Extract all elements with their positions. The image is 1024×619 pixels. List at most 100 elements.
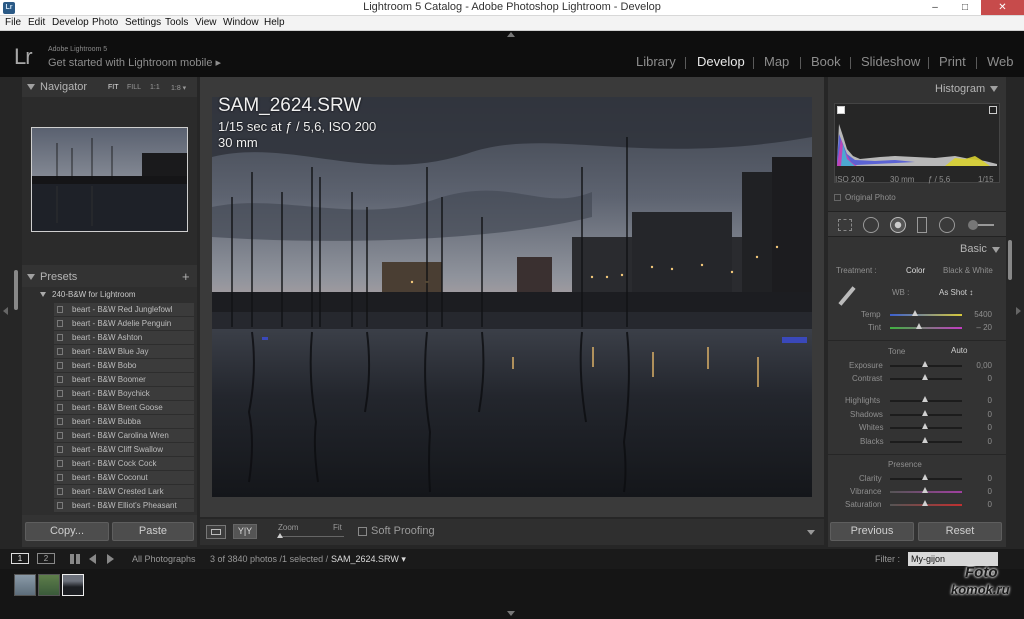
- whites-slider-thumb[interactable]: [922, 423, 928, 429]
- filmstrip-thumbnail[interactable]: [38, 574, 60, 596]
- grid-view-icon[interactable]: [70, 554, 80, 564]
- highlights-slider-thumb[interactable]: [922, 396, 928, 402]
- adjustment-brush-icon[interactable]: [968, 220, 978, 230]
- before-after-button[interactable]: Y|Y: [233, 524, 257, 539]
- paste-button[interactable]: Paste: [112, 522, 194, 541]
- preset-item[interactable]: beart - B&W Elliot's Pheasant: [54, 499, 194, 513]
- previous-button[interactable]: Previous: [830, 522, 914, 541]
- module-book[interactable]: Book: [811, 54, 841, 69]
- back-arrow-icon[interactable]: [89, 554, 96, 564]
- collapse-right-icon[interactable]: [1016, 307, 1021, 315]
- exposure-value[interactable]: 0,00: [966, 361, 992, 370]
- module-slideshow[interactable]: Slideshow: [861, 54, 920, 69]
- menu-develop[interactable]: Develop: [52, 17, 89, 28]
- loupe-view-button[interactable]: [206, 525, 226, 539]
- forward-arrow-icon[interactable]: [107, 554, 114, 564]
- zoom-slider-track[interactable]: [278, 536, 344, 537]
- blacks-slider-thumb[interactable]: [922, 437, 928, 443]
- preset-item[interactable]: beart - B&W Red Junglefowl: [54, 303, 194, 317]
- zoom-slider-thumb[interactable]: [277, 533, 283, 538]
- collapse-triangle-icon[interactable]: [27, 84, 35, 90]
- preset-item[interactable]: beart - B&W Crested Lark: [54, 485, 194, 499]
- clarity-slider-thumb[interactable]: [922, 474, 928, 480]
- menu-window[interactable]: Window: [223, 17, 259, 28]
- vibrance-value[interactable]: 0: [966, 487, 992, 496]
- highlights-value[interactable]: 0: [966, 396, 992, 405]
- menu-help[interactable]: Help: [264, 17, 285, 28]
- treatment-color-option[interactable]: Color: [906, 266, 925, 275]
- right-panel-scrollbar[interactable]: [1008, 240, 1012, 280]
- module-print[interactable]: Print: [939, 54, 966, 69]
- navigator-preview[interactable]: [31, 127, 188, 232]
- preset-item[interactable]: beart - B&W Coconut: [54, 471, 194, 485]
- menu-edit[interactable]: Edit: [28, 17, 45, 28]
- clarity-value[interactable]: 0: [966, 474, 992, 483]
- second-screen-button[interactable]: 2: [37, 553, 55, 564]
- wb-select[interactable]: As Shot ↕: [939, 288, 973, 297]
- preset-item[interactable]: beart - B&W Cock Cock: [54, 457, 194, 471]
- radial-filter-icon[interactable]: [939, 217, 955, 233]
- preset-folder[interactable]: 240-B&W for Lightroom: [52, 290, 136, 299]
- folder-expand-icon[interactable]: [40, 292, 46, 297]
- zoom-fill-option[interactable]: FILL: [127, 84, 141, 91]
- spot-removal-icon[interactable]: [863, 217, 879, 233]
- collapse-left-icon[interactable]: [3, 307, 8, 315]
- shadows-value[interactable]: 0: [966, 410, 992, 419]
- filmstrip-thumbnail-selected[interactable]: [62, 574, 84, 596]
- module-web[interactable]: Web: [987, 54, 1014, 69]
- preset-item[interactable]: beart - B&W Bubba: [54, 415, 194, 429]
- zoom-fit-option[interactable]: FIT: [108, 84, 119, 91]
- shadow-clipping-icon[interactable]: [837, 106, 845, 114]
- source-label[interactable]: All Photographs: [132, 554, 196, 564]
- module-map[interactable]: Map: [764, 54, 789, 69]
- left-panel-scrollbar[interactable]: [14, 270, 18, 310]
- vibrance-slider-thumb[interactable]: [922, 487, 928, 493]
- menu-tools[interactable]: Tools: [165, 17, 188, 28]
- preset-item[interactable]: beart - B&W Blue Jay: [54, 345, 194, 359]
- navigator-header[interactable]: Navigator FIT FILL 1:1 1:8 ▾: [22, 77, 197, 97]
- module-library[interactable]: Library: [636, 54, 676, 69]
- histogram-graph[interactable]: [834, 103, 1000, 183]
- temp-slider-thumb[interactable]: [912, 310, 918, 316]
- photo-canvas[interactable]: SAM_2624.SRW 1/15 sec at ƒ / 5,6, ISO 20…: [200, 77, 824, 517]
- menu-view[interactable]: View: [195, 17, 217, 28]
- reset-button[interactable]: Reset: [918, 522, 1002, 541]
- collapse-bottom-icon[interactable]: [507, 611, 515, 616]
- add-preset-button[interactable]: +: [182, 269, 190, 284]
- photo-image[interactable]: [212, 97, 812, 497]
- close-button[interactable]: ✕: [981, 0, 1024, 15]
- preset-item[interactable]: beart - B&W Brent Goose: [54, 401, 194, 415]
- main-screen-button[interactable]: 1: [11, 553, 29, 564]
- collapse-top-icon[interactable]: [507, 32, 515, 37]
- original-photo-checkbox[interactable]: [834, 194, 841, 201]
- exposure-slider-thumb[interactable]: [922, 361, 928, 367]
- mobile-prompt-link[interactable]: Get started with Lightroom mobile ▸: [48, 56, 221, 69]
- menu-file[interactable]: File: [5, 17, 21, 28]
- graduated-filter-icon[interactable]: [917, 217, 927, 233]
- contrast-slider-thumb[interactable]: [922, 374, 928, 380]
- red-eye-icon[interactable]: [890, 217, 906, 233]
- preset-item[interactable]: beart - B&W Boomer: [54, 373, 194, 387]
- preset-item[interactable]: beart - B&W Boychick: [54, 387, 194, 401]
- minimize-button[interactable]: –: [920, 0, 950, 15]
- module-develop[interactable]: Develop: [697, 54, 745, 69]
- basic-collapse-icon[interactable]: [992, 247, 1000, 253]
- filmstrip-thumbnail[interactable]: [14, 574, 36, 596]
- blacks-value[interactable]: 0: [966, 437, 992, 446]
- menu-settings[interactable]: Settings: [125, 17, 161, 28]
- collapse-triangle-icon[interactable]: [27, 274, 35, 280]
- zoom-1-1-option[interactable]: 1:1: [150, 84, 160, 91]
- preset-item[interactable]: beart - B&W Bobo: [54, 359, 194, 373]
- histogram-collapse-icon[interactable]: [990, 86, 998, 92]
- preset-item[interactable]: beart - B&W Cliff Swallow: [54, 443, 194, 457]
- tint-slider-thumb[interactable]: [916, 323, 922, 329]
- crop-tool-icon[interactable]: [838, 219, 852, 231]
- highlight-clipping-icon[interactable]: [989, 106, 997, 114]
- preset-item[interactable]: beart - B&W Ashton: [54, 331, 194, 345]
- eyedropper-icon[interactable]: [836, 285, 858, 307]
- maximize-button[interactable]: □: [951, 0, 979, 15]
- zoom-1-8-option[interactable]: 1:8 ▾: [171, 84, 186, 92]
- tint-slider-track[interactable]: [890, 327, 962, 329]
- toolbar-options-icon[interactable]: [807, 530, 815, 535]
- tone-auto-button[interactable]: Auto: [951, 346, 967, 355]
